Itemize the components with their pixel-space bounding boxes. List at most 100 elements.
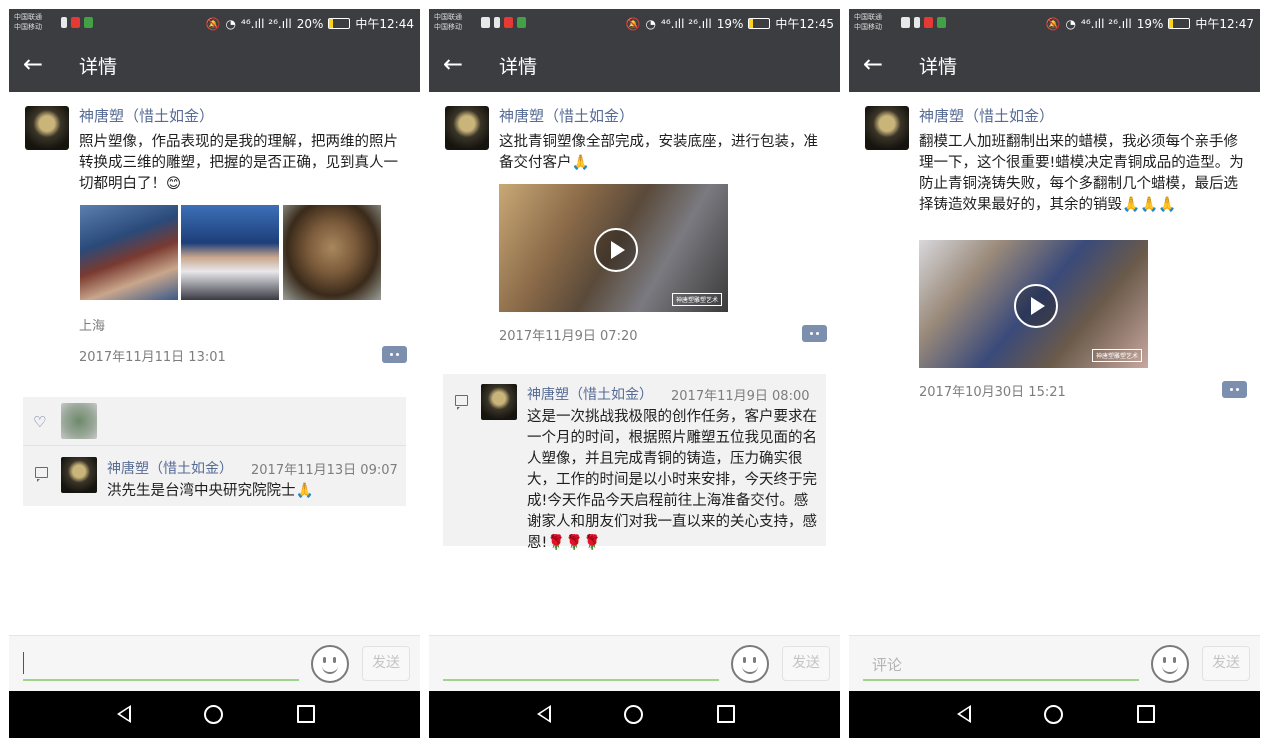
- comment-icon: [455, 395, 468, 410]
- carrier-1: 中国联通: [434, 13, 462, 21]
- post-photo[interactable]: [181, 205, 279, 300]
- post-video[interactable]: 神唐塑雕塑艺术: [499, 184, 728, 312]
- input-placeholder: 评论: [872, 656, 903, 674]
- comment-input-bar: 发送: [9, 635, 420, 692]
- author-name[interactable]: 神唐塑（惜土如金）: [499, 105, 634, 126]
- app-bar: ← 详情: [9, 37, 420, 92]
- phone-screen-2: 中国联通 中国移动 🔕 ◔ ⁴⁶.ıll ²⁶.ıll 19% 中午12:45 ←…: [429, 9, 840, 738]
- author-avatar[interactable]: [865, 106, 909, 150]
- nav-home-icon[interactable]: [204, 705, 223, 724]
- send-button[interactable]: 发送: [782, 646, 830, 681]
- back-arrow-icon[interactable]: ←: [443, 47, 473, 81]
- author-avatar[interactable]: [445, 106, 489, 150]
- comment-author[interactable]: 神唐塑（惜土如金）: [107, 458, 233, 478]
- system-nav-bar: [429, 691, 840, 738]
- nav-home-icon[interactable]: [1044, 705, 1063, 724]
- signal-icon: ⁴⁶.ıll ²⁶.ıll: [241, 16, 292, 31]
- status-right: 🔕 ◔ ⁴⁶.ıll ²⁶.ıll 19% 中午12:47: [1046, 15, 1254, 32]
- notification-icons: [481, 17, 526, 28]
- post-text: 这批青铜塑像全部完成，安装底座，进行包装，准备交付客户🙏: [499, 134, 818, 171]
- nav-recents-icon[interactable]: [717, 705, 735, 723]
- send-button[interactable]: 发送: [362, 646, 410, 681]
- post-time: 2017年11月11日 13:01: [79, 350, 226, 365]
- nav-back-icon[interactable]: [955, 703, 975, 725]
- post-text: 照片塑像，作品表现的是我的理解，把两维的照片转换成三维的雕塑，把握的是否正确，见…: [79, 134, 398, 192]
- carrier-1: 中国联通: [14, 13, 42, 21]
- author-name[interactable]: 神唐塑（惜土如金）: [79, 105, 214, 126]
- emoji-icon[interactable]: [731, 645, 769, 683]
- carrier-2: 中国移动: [14, 23, 42, 31]
- post-time: 2017年11月9日 07:20: [499, 329, 638, 344]
- comment-author[interactable]: 神唐塑（惜土如金）: [527, 384, 653, 404]
- more-actions-button[interactable]: [1222, 381, 1247, 398]
- detail-content: 神唐塑（惜土如金） 这批青铜塑像全部完成，安装底座，进行包装，准备交付客户🙏 神…: [429, 92, 840, 635]
- carrier-label: 中国联通 中国移动: [854, 12, 882, 32]
- more-actions-button[interactable]: [382, 346, 407, 363]
- location-label[interactable]: 上海: [79, 315, 105, 334]
- battery-percent: 20%: [296, 16, 324, 31]
- signal-icon: ⁴⁶.ıll ²⁶.ıll: [661, 16, 712, 31]
- emoji-icon[interactable]: [311, 645, 349, 683]
- nav-recents-icon[interactable]: [297, 705, 315, 723]
- status-bar: 中国联通 中国移动 🔕 ◔ ⁴⁶.ıll ²⁶.ıll 19% 中午12:45: [429, 9, 840, 37]
- carrier-1: 中国联通: [854, 13, 882, 21]
- mute-icon: 🔕: [1045, 16, 1061, 31]
- commenter-avatar[interactable]: [61, 457, 97, 493]
- post-photo[interactable]: [283, 205, 381, 300]
- more-actions-button[interactable]: [802, 325, 827, 342]
- commenter-avatar[interactable]: [481, 384, 517, 420]
- sim-icon: [914, 17, 920, 28]
- play-icon[interactable]: [1013, 284, 1058, 328]
- author-name[interactable]: 神唐塑（惜土如金）: [919, 105, 1054, 126]
- app-notification-icon: [504, 17, 513, 28]
- video-watermark: 神唐塑雕塑艺术: [1091, 349, 1142, 362]
- comment-input[interactable]: [443, 648, 719, 681]
- detail-content: 神唐塑（惜土如金） 照片塑像，作品表现的是我的理解，把两维的照片转换成三维的雕塑…: [9, 92, 420, 635]
- sim-icon: [61, 17, 67, 28]
- interaction-box: ♡ 神唐塑（惜土如金） 2017年11月13日 09:07 洪先生是台湾中央研究…: [23, 397, 406, 506]
- post-video[interactable]: 神唐塑雕塑艺术: [919, 240, 1148, 368]
- video-watermark: 神唐塑雕塑艺术: [671, 293, 722, 306]
- comment-text: 这是一次挑战我极限的创作任务，客户要求在一个月的时间，根据照片雕塑五位我见面的名…: [527, 409, 817, 551]
- battery-icon: [1168, 18, 1191, 29]
- post-time: 2017年10月30日 15:21: [919, 385, 1066, 400]
- phone-screen-1: 中国联通 中国移动 🔕 ◔ ⁴⁶.ıll ²⁶.ıll 20% 中午12:44 ←…: [9, 9, 420, 738]
- detail-content: 神唐塑（惜土如金） 翻模工人加班翻制出来的蜡模，我必须每个亲手修理一下，这个很重…: [849, 92, 1260, 635]
- back-arrow-icon[interactable]: ←: [23, 47, 53, 81]
- status-right: 🔕 ◔ ⁴⁶.ıll ²⁶.ıll 19% 中午12:45: [626, 15, 834, 32]
- mute-icon: 🔕: [625, 16, 641, 31]
- comment-input[interactable]: [23, 648, 299, 681]
- play-icon[interactable]: [593, 228, 638, 272]
- nav-back-icon[interactable]: [535, 703, 555, 725]
- liker-avatar[interactable]: [61, 403, 97, 439]
- battery-icon: [748, 18, 771, 29]
- app-notification-icon: [517, 17, 526, 28]
- app-bar: ← 详情: [849, 37, 1260, 92]
- clock: 中午12:44: [355, 17, 414, 31]
- status-bar: 中国联通 中国移动 🔕 ◔ ⁴⁶.ıll ²⁶.ıll 20% 中午12:44: [9, 9, 420, 37]
- emoji-icon[interactable]: [1151, 645, 1189, 683]
- app-bar: ← 详情: [429, 37, 840, 92]
- comment-icon: [35, 467, 48, 482]
- signal-icon: ⁴⁶.ıll ²⁶.ıll: [1081, 16, 1132, 31]
- post-photo[interactable]: [80, 205, 178, 300]
- nav-recents-icon[interactable]: [1137, 705, 1155, 723]
- nav-home-icon[interactable]: [624, 705, 643, 724]
- author-avatar[interactable]: [25, 106, 69, 150]
- mute-icon: 🔕: [205, 16, 221, 31]
- send-button[interactable]: 发送: [1202, 646, 1250, 681]
- heart-icon: ♡: [33, 413, 47, 431]
- nav-back-icon[interactable]: [115, 703, 135, 725]
- phone-screen-3: 中国联通 中国移动 🔕 ◔ ⁴⁶.ıll ²⁶.ıll 19% 中午12:47 ←…: [849, 9, 1260, 738]
- battery-icon: [328, 18, 351, 29]
- notification-icons: [61, 17, 93, 28]
- app-notification-icon: [84, 17, 93, 28]
- back-arrow-icon[interactable]: ←: [863, 47, 893, 81]
- carrier-label: 中国联通 中国移动: [434, 12, 462, 32]
- battery-percent: 19%: [716, 16, 744, 31]
- page-title: 详情: [79, 56, 118, 78]
- page-title: 详情: [919, 56, 958, 78]
- carrier-label: 中国联通 中国移动: [14, 12, 42, 32]
- interaction-box: 神唐塑（惜土如金） 2017年11月9日 08:00 这是一次挑战我极限的创作任…: [443, 374, 826, 551]
- comment-input[interactable]: 评论: [863, 648, 1139, 681]
